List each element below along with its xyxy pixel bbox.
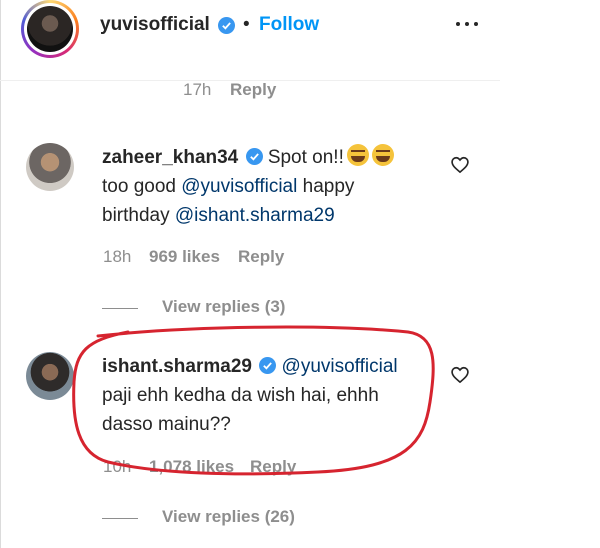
separator-dot: •	[243, 14, 250, 35]
follow-button[interactable]: Follow	[259, 14, 319, 36]
comment-text: paji ehh kedha da wish hai, ehhh	[102, 385, 379, 406]
comment-time: 18h	[103, 247, 132, 266]
commenter-avatar[interactable]	[26, 352, 74, 400]
mention-link[interactable]: @yuvisofficial	[282, 356, 398, 377]
profile-avatar[interactable]	[21, 0, 79, 58]
comments-panel: yuvisofficial • Follow 17h Reply zaheer_…	[0, 0, 500, 548]
comment-text: dasso mainu??	[102, 414, 231, 435]
avatar-image	[27, 6, 73, 52]
post-header: yuvisofficial • Follow	[0, 0, 500, 81]
comment-text: Spot on!!	[267, 147, 344, 168]
mention-link[interactable]: @ishant.sharma29	[175, 205, 335, 226]
comment-text: birthday	[102, 205, 170, 226]
view-replies-button[interactable]: View replies (26)	[162, 507, 295, 527]
verified-badge-icon	[218, 17, 235, 34]
comment-text: happy	[302, 176, 355, 197]
mention-link[interactable]: @yuvisofficial	[181, 176, 297, 197]
laughing-emoji-icon	[346, 144, 369, 166]
likes-count[interactable]: 969 likes	[149, 247, 220, 267]
commenter-avatar[interactable]	[26, 143, 74, 191]
panel-left-border	[0, 0, 1, 548]
heart-icon[interactable]	[450, 155, 470, 175]
heart-icon[interactable]	[450, 365, 470, 385]
view-replies-button[interactable]: View replies (3)	[162, 297, 285, 317]
comment-username[interactable]: zaheer_khan34	[102, 147, 238, 168]
laughing-emoji-icon	[371, 144, 394, 166]
top-comment-time: 17h	[183, 80, 212, 99]
reply-button[interactable]: Reply	[250, 457, 296, 477]
top-reply-button[interactable]: Reply	[230, 80, 276, 100]
header-username[interactable]: yuvisofficial	[100, 14, 210, 36]
likes-count[interactable]: 1,078 likes	[149, 457, 234, 477]
comment-username[interactable]: ishant.sharma29	[102, 356, 252, 377]
reply-button[interactable]: Reply	[238, 247, 284, 267]
comment-body: zaheer_khan34 Spot on!! too good @yuviso…	[102, 143, 432, 230]
view-replies-line	[102, 308, 138, 309]
verified-badge-icon	[259, 357, 277, 374]
comment-text: too good	[102, 176, 176, 197]
view-replies-line	[102, 518, 138, 519]
comment-time: 10h	[103, 457, 132, 476]
verified-badge-icon	[245, 148, 263, 165]
more-options-icon[interactable]	[456, 17, 480, 31]
comment-body: ishant.sharma29 @yuvisofficial paji ehh …	[102, 352, 432, 439]
